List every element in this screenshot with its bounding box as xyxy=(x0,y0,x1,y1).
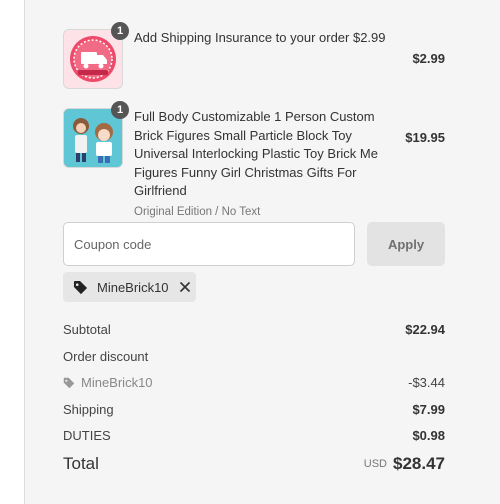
tag-icon xyxy=(63,377,75,388)
tag-icon xyxy=(73,280,88,294)
subtotal-row: Subtotal $22.94 xyxy=(63,322,445,337)
main-content-edge xyxy=(0,0,25,504)
item-title: Add Shipping Insurance to your order $2.… xyxy=(134,30,386,45)
coupon-form: Apply xyxy=(63,222,445,266)
shipping-value: $7.99 xyxy=(412,402,445,417)
shipping-row: Shipping $7.99 xyxy=(63,402,445,417)
total-label: Total xyxy=(63,454,99,473)
line-item: 1 Add Shipping Insurance to your order $… xyxy=(63,22,445,89)
apply-coupon-button[interactable]: Apply xyxy=(367,222,445,266)
applied-coupon-chip: MineBrick10 xyxy=(63,272,196,302)
order-summary-panel: 1 Add Shipping Insurance to your order $… xyxy=(25,0,500,504)
discount-code-row: MineBrick10 -$3.44 xyxy=(63,375,445,390)
duties-label: DUTIES xyxy=(63,428,111,443)
discount-value: -$3.44 xyxy=(408,375,445,390)
order-discount-row: Order discount xyxy=(63,349,445,364)
line-item: 1 Full Body Customizable 1 Person Custom… xyxy=(63,101,445,218)
order-discount-label: Order discount xyxy=(63,349,149,364)
discount-code: MineBrick10 xyxy=(81,375,153,390)
item-price: $2.99 xyxy=(412,51,445,66)
brick-figure-product-icon: 1 xyxy=(63,101,129,168)
shipping-label: Shipping xyxy=(63,402,114,417)
currency-code: USD xyxy=(363,458,387,470)
subtotal-value: $22.94 xyxy=(405,322,445,337)
total-row: Total USD $28.47 xyxy=(63,454,445,474)
subtotal-label: Subtotal xyxy=(63,322,111,337)
applied-coupon-code: MineBrick10 xyxy=(97,279,169,295)
remove-coupon-icon[interactable] xyxy=(179,281,191,293)
item-details: Full Body Customizable 1 Person Custom B… xyxy=(134,108,402,221)
coupon-code-input[interactable] xyxy=(63,222,355,266)
quantity-badge: 1 xyxy=(111,101,129,119)
item-variant: Original Edition / No Text xyxy=(134,205,261,218)
item-price: $19.95 xyxy=(405,130,445,145)
duties-value: $0.98 xyxy=(412,428,445,443)
shipping-insurance-badge-icon: 1 xyxy=(63,22,129,89)
quantity-badge: 1 xyxy=(111,22,129,40)
duties-row: DUTIES $0.98 xyxy=(63,428,445,443)
item-title: Full Body Customizable 1 Person Custom B… xyxy=(134,109,378,198)
total-value: $28.47 xyxy=(393,454,445,473)
